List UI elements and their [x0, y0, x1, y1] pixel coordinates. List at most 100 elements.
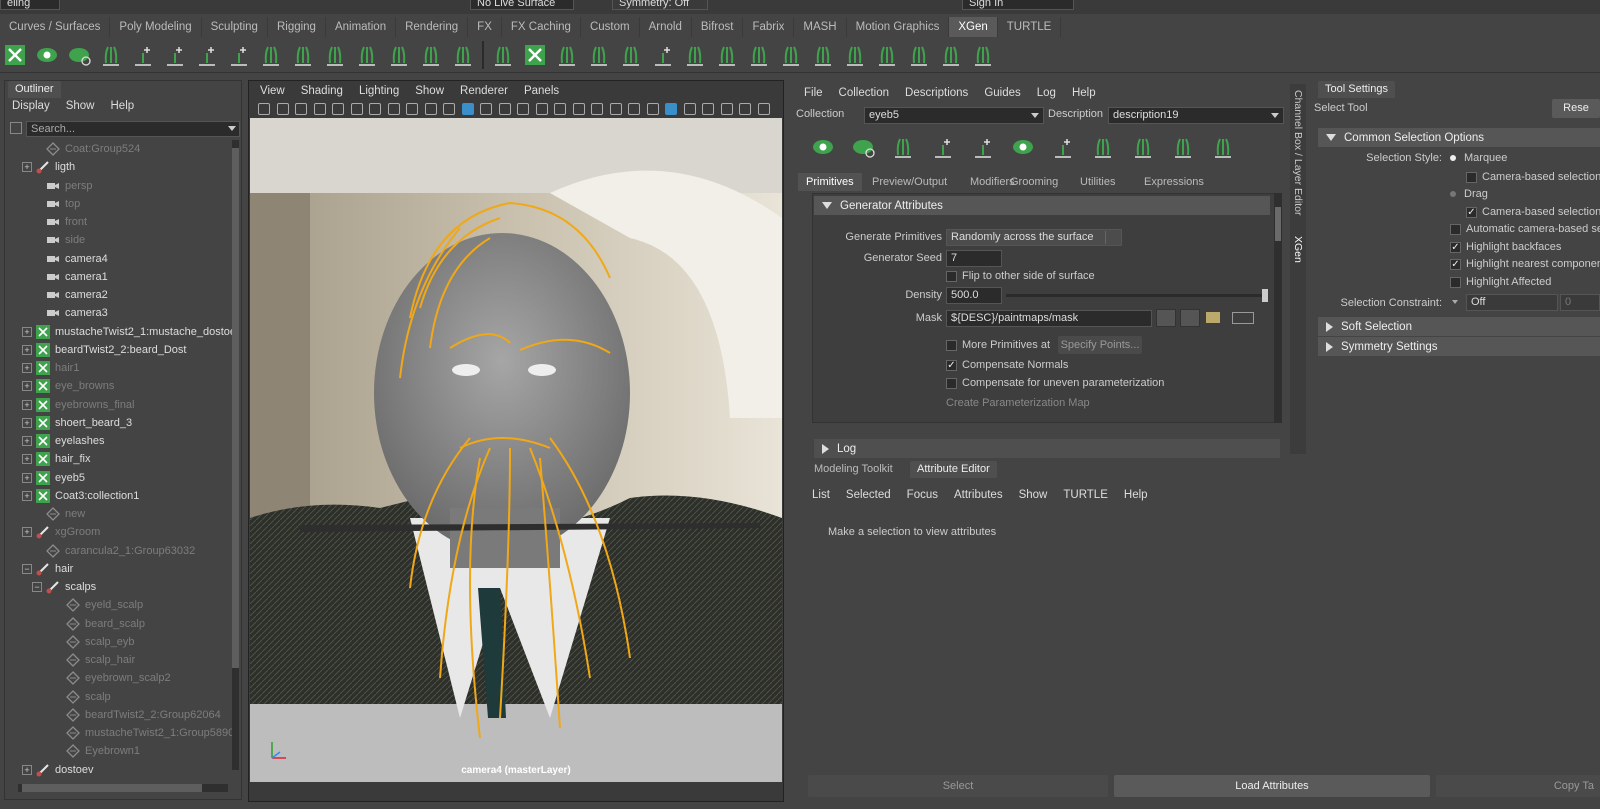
shelf-tab-custom[interactable]: Custom: [581, 17, 640, 37]
xgen-add-guides-icon[interactable]: [890, 133, 916, 161]
mode-combo[interactable]: eling: [0, 0, 60, 10]
highlight-nearest-checkbox[interactable]: ✓: [1450, 259, 1461, 270]
xgen-sculpt-guides-icon[interactable]: [1170, 133, 1196, 161]
outliner-item[interactable]: front: [6, 213, 236, 231]
density-slider[interactable]: [1006, 289, 1268, 302]
viewport-tool-5-icon[interactable]: [332, 103, 344, 115]
outliner-item[interactable]: beardTwist2_2:Group62064: [6, 706, 236, 724]
outliner-item[interactable]: + beardTwist2_2:beard_Dost: [6, 341, 236, 359]
outliner-item[interactable]: persp: [6, 177, 236, 195]
outliner-item[interactable]: + eye_browns: [6, 377, 236, 395]
sign-in-button[interactable]: Sign In: [962, 0, 1074, 10]
menu-guides[interactable]: Guides: [976, 87, 1028, 99]
seed-input[interactable]: 7: [946, 250, 1002, 267]
outliner-item[interactable]: + eyelashes: [6, 432, 236, 450]
collapse-icon[interactable]: −: [22, 563, 32, 574]
xgen-clear-preview-icon[interactable]: [850, 133, 876, 161]
outliner-item[interactable]: + ligth: [6, 158, 236, 176]
menu-help[interactable]: Help: [1064, 87, 1104, 99]
menu-turtle[interactable]: TURTLE: [1055, 489, 1116, 501]
outliner-item[interactable]: eyebrown_scalp2: [6, 669, 236, 687]
viewport-tool-13-icon[interactable]: [480, 103, 492, 115]
menu-show[interactable]: Show: [58, 100, 103, 112]
stamp-icon[interactable]: [970, 41, 996, 69]
viewport-tool-21-icon[interactable]: [628, 103, 640, 115]
menu-panels[interactable]: Panels: [516, 85, 567, 97]
shelf-tab-bifrost[interactable]: Bifrost: [692, 17, 744, 37]
shelf-tab-mash[interactable]: MASH: [794, 17, 847, 37]
menu-shading[interactable]: Shading: [293, 85, 351, 97]
generator-attributes-header[interactable]: Generator Attributes: [814, 196, 1270, 215]
viewport-tool-19-icon[interactable]: [591, 103, 603, 115]
outliner-item[interactable]: + Coat3:collection1: [6, 487, 236, 505]
viewport-tool-6-icon[interactable]: [350, 103, 363, 115]
auto-camera-checkbox[interactable]: [1450, 224, 1461, 235]
clear-preview-icon[interactable]: [66, 41, 92, 69]
bind-icon[interactable]: [258, 41, 284, 69]
add-guide-icon[interactable]: [162, 41, 188, 69]
tangent-icon[interactable]: [874, 41, 900, 69]
cut-guide-icon[interactable]: [714, 41, 740, 69]
viewport-tool-20-icon[interactable]: [609, 103, 622, 115]
shelf-tab-rigging[interactable]: Rigging: [268, 17, 326, 37]
viewport-tool-9-icon[interactable]: [406, 103, 418, 115]
tab-channel-box[interactable]: Channel Box / Layer Editor: [1292, 90, 1304, 216]
outliner-item[interactable]: Coat:Group524: [6, 140, 236, 158]
symmetry-settings-header[interactable]: Symmetry Settings: [1318, 337, 1600, 356]
create-param-map-button[interactable]: Create Parameterization Map: [946, 397, 1090, 409]
viewport-tool-18-icon[interactable]: [572, 103, 585, 115]
tab-expressions[interactable]: Expressions: [1136, 173, 1212, 191]
outliner-item[interactable]: camera2: [6, 286, 236, 304]
outliner-item[interactable]: scalp_eyb: [6, 633, 236, 651]
menu-view[interactable]: View: [252, 85, 293, 97]
highlight-affected-checkbox[interactable]: [1450, 277, 1461, 288]
menu-focus[interactable]: Focus: [899, 489, 946, 501]
shelf-tab-poly-modeling[interactable]: Poly Modeling: [110, 17, 202, 37]
menu-attributes[interactable]: Attributes: [946, 489, 1011, 501]
coil-icon[interactable]: [650, 41, 676, 69]
viewport-tool-2-icon[interactable]: [276, 103, 289, 115]
chevron-down-icon[interactable]: [1452, 300, 1458, 304]
collapse-icon[interactable]: −: [32, 582, 42, 592]
menu-file[interactable]: File: [796, 87, 831, 99]
menu-list[interactable]: List: [804, 489, 838, 501]
flip-checkbox[interactable]: [946, 271, 957, 282]
length-icon[interactable]: [618, 41, 644, 69]
outliner-item[interactable]: carancula2_1:Group63032: [6, 542, 236, 560]
xgen-scroll-thumb[interactable]: [1275, 207, 1281, 241]
expand-icon[interactable]: +: [22, 344, 32, 355]
tab-tool-settings[interactable]: Tool Settings: [1318, 81, 1395, 98]
outliner-item[interactable]: + hair_fix: [6, 450, 236, 468]
outliner-vscroll[interactable]: [232, 140, 239, 770]
pin-icon[interactable]: [418, 41, 444, 69]
menu-help[interactable]: Help: [103, 100, 143, 112]
outliner-item[interactable]: + xgGroom: [6, 523, 236, 541]
xgen-show-guides-icon[interactable]: [1010, 133, 1036, 161]
shelf-tab-fabrix[interactable]: Fabrix: [743, 17, 795, 37]
highlight-backfaces-checkbox[interactable]: ✓: [1450, 242, 1461, 253]
viewport-tool-26-icon[interactable]: [720, 103, 733, 115]
viewport-tool-27-icon[interactable]: [739, 103, 751, 115]
viewport-tool-1-icon[interactable]: [258, 103, 270, 115]
xgen-tool-icon[interactable]: [906, 41, 932, 69]
copy-tab-button[interactable]: Copy Ta: [1436, 775, 1600, 797]
viewport-tool-22-icon[interactable]: [646, 103, 659, 115]
mask-input[interactable]: ${DESC}/paintmaps/mask: [946, 310, 1152, 327]
outliner-item[interactable]: eyeld_scalp: [6, 596, 236, 614]
viewport-tool-16-icon[interactable]: [535, 103, 548, 115]
menu-display[interactable]: Display: [4, 100, 58, 112]
menu-selected[interactable]: Selected: [838, 489, 899, 501]
paint-icon[interactable]: [1156, 309, 1176, 327]
expand-icon[interactable]: +: [22, 454, 32, 465]
expression-menu-icon[interactable]: [1232, 312, 1254, 324]
expand-icon[interactable]: +: [22, 326, 32, 337]
expand-icon[interactable]: +: [22, 162, 32, 173]
xgen-preview-icon[interactable]: [810, 133, 836, 161]
filter-icon[interactable]: [10, 122, 22, 134]
density-slider-handle[interactable]: [1262, 289, 1268, 302]
xgen-select-guides-icon[interactable]: [930, 133, 956, 161]
expand-icon[interactable]: +: [22, 399, 32, 410]
outliner-item[interactable]: new: [6, 505, 236, 523]
xgen-add-guide-icon[interactable]: [970, 133, 996, 161]
scale-icon[interactable]: [842, 41, 868, 69]
